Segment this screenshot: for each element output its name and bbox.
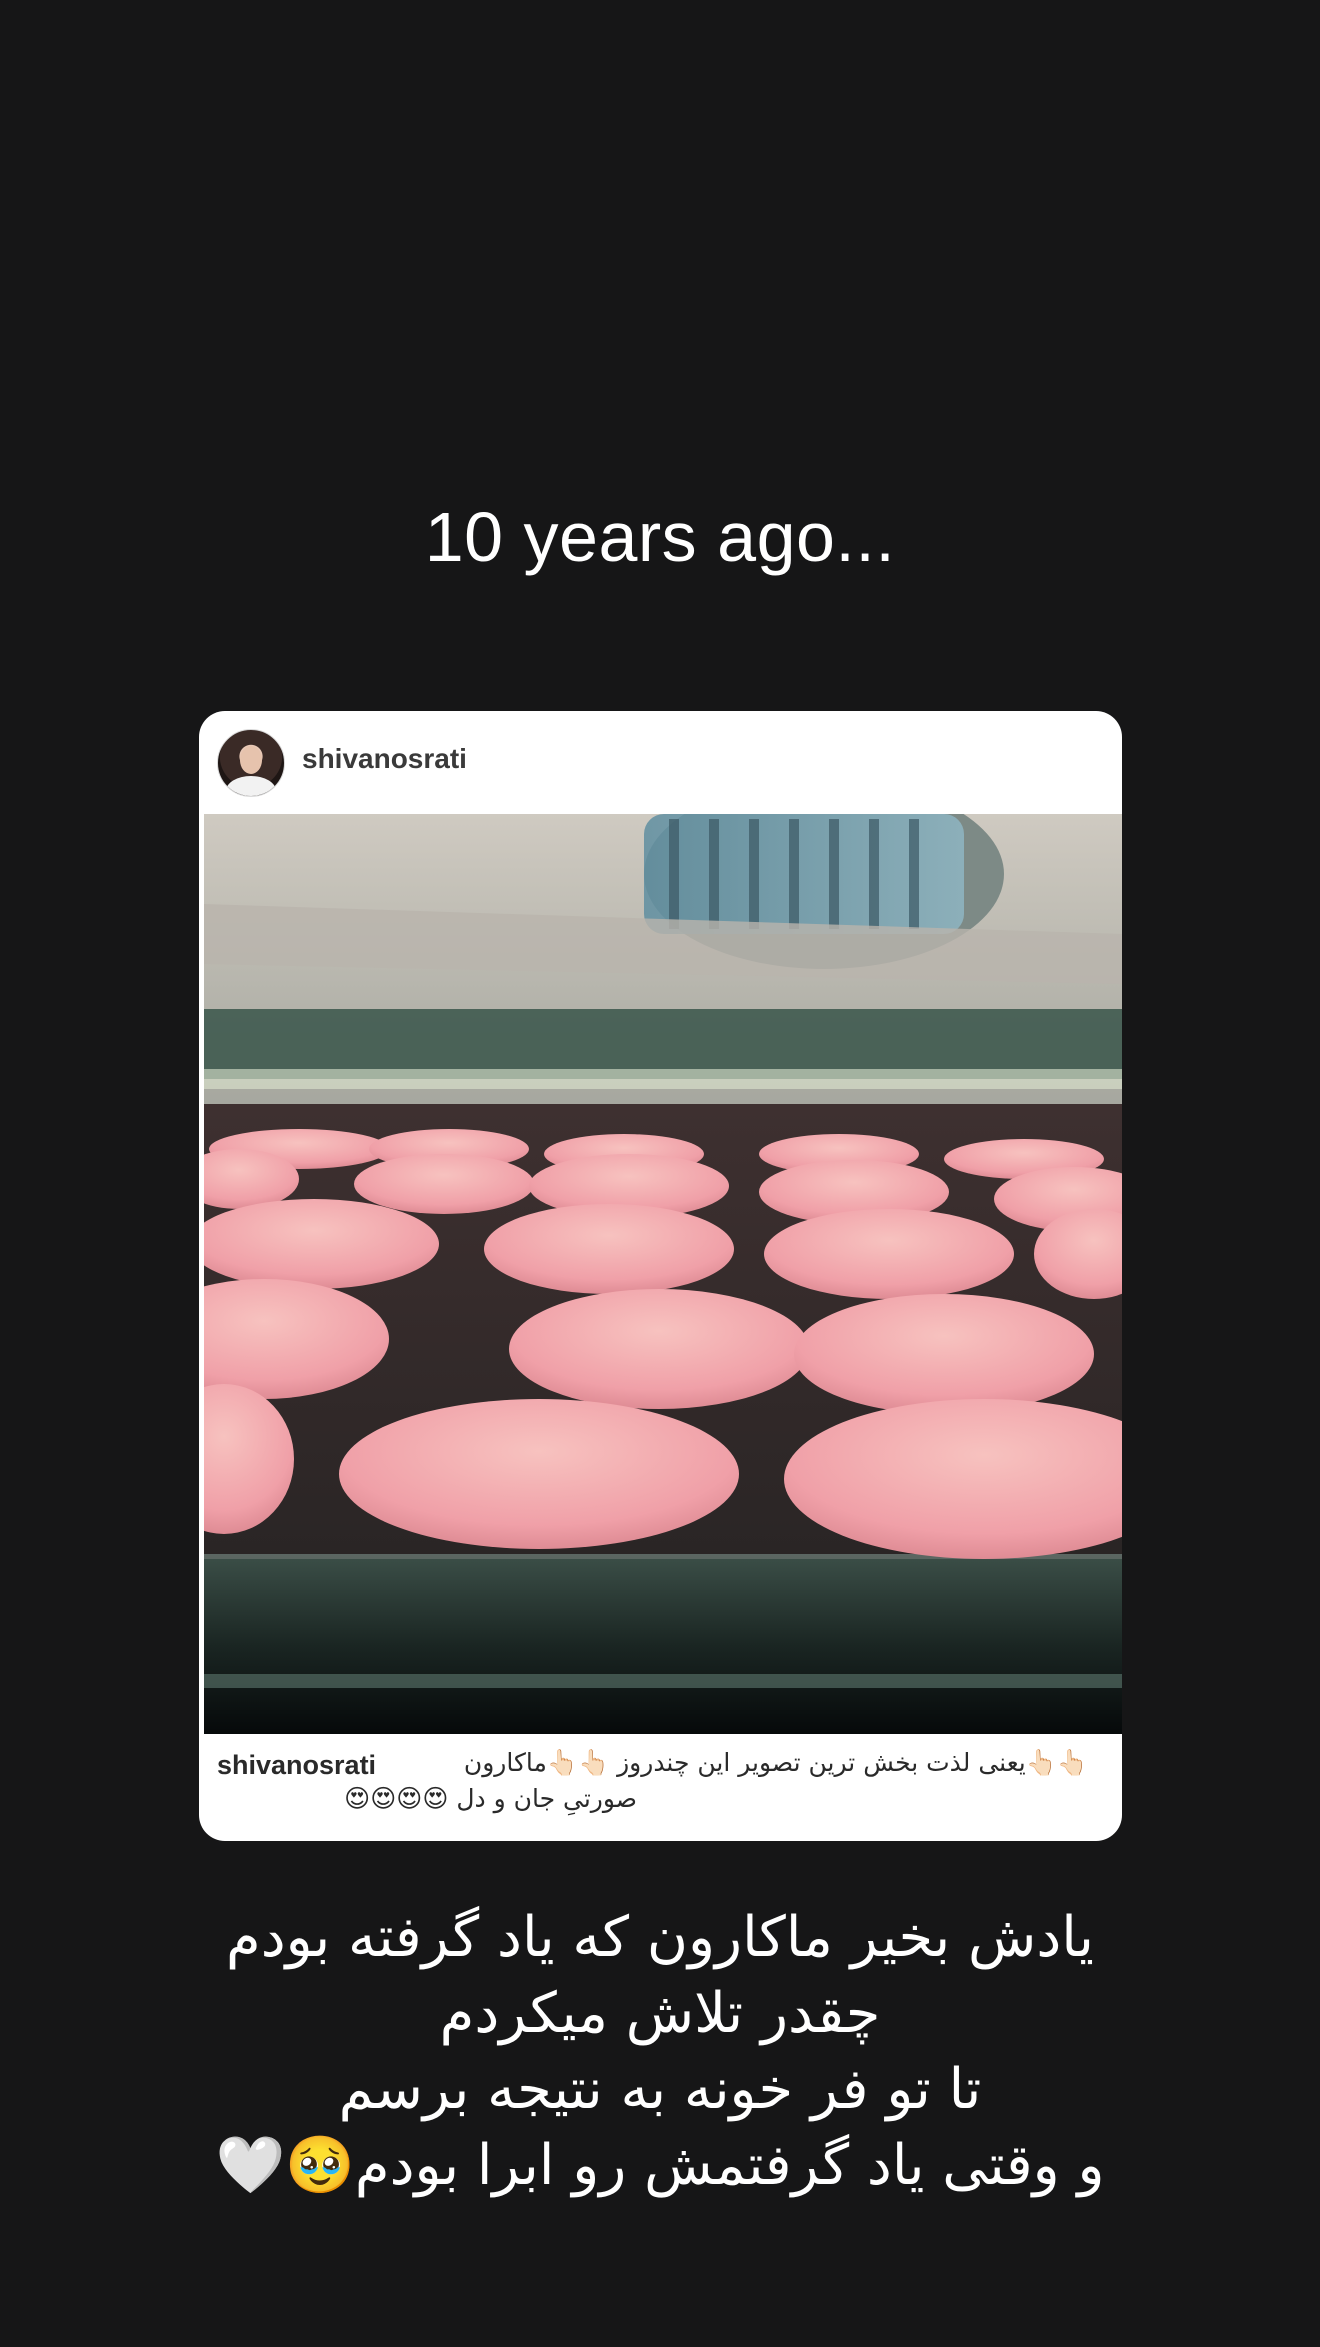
oven-rack-bar <box>204 1009 1122 1079</box>
post-username[interactable]: shivanosrati <box>302 743 467 775</box>
caption-text-line2: صورتیِ جان و دل 😍😍😍😍 <box>344 1784 637 1813</box>
story-text-line: یادش بخیر ماکارون که یاد گرفته بودم <box>226 1905 1094 1970</box>
story-header-text: 10 years ago... <box>424 498 896 576</box>
avatar-shoulders-icon <box>226 776 276 796</box>
shared-post-card[interactable]: shivanosrati shivanosrati 👆🏻👆🏻یعنی لذت ب… <box>199 711 1122 1841</box>
caption-username[interactable]: shivanosrati <box>217 1750 376 1781</box>
story-screen: 10 years ago... shivanosrati shivanosrat… <box>0 0 1320 2347</box>
story-text-line: چقدر تلاش میکردم <box>439 1981 881 2046</box>
avatar[interactable] <box>217 729 285 797</box>
story-body-text: یادش بخیر ماکارون که یاد گرفته بودم چقدر… <box>0 1900 1320 2204</box>
post-caption: shivanosrati 👆🏻👆🏻یعنی لذت بخش ترین تصویر… <box>199 1734 1122 1841</box>
oven-door-bottom <box>204 1559 1122 1734</box>
story-text-line: تا تو فر خونه به نتیجه برسم <box>338 2057 982 2122</box>
post-photo <box>204 814 1122 1734</box>
story-text-line: و وقتی یاد گرفتمش رو ابرا بودم🥹🤍 <box>215 2133 1105 2198</box>
caption-text-line1: 👆🏻👆🏻یعنی لذت بخش ترین تصویر این چندروز 👆… <box>463 1748 1088 1777</box>
avatar-face-icon <box>240 746 262 774</box>
post-header: shivanosrati <box>199 711 1122 813</box>
